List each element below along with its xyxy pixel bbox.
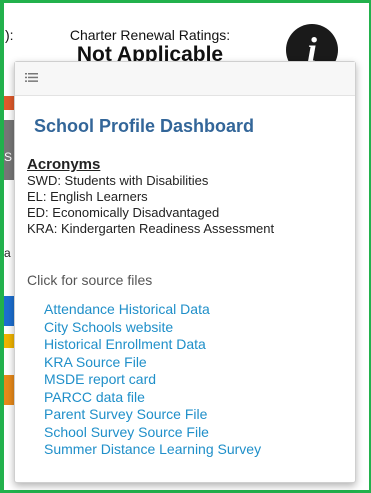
- acronym-item: SWD: Students with Disabilities: [27, 173, 209, 188]
- dashboard-popover: School Profile Dashboard Acronyms SWD: S…: [14, 61, 356, 483]
- link-school-survey-source-file[interactable]: School Survey Source File: [44, 424, 261, 442]
- background-letter: a: [4, 246, 11, 260]
- rating-label: Charter Renewal Ratings:: [69, 27, 231, 43]
- popover-title: School Profile Dashboard: [34, 116, 255, 136]
- acronym-item: ED: Economically Disadvantaged: [27, 205, 220, 220]
- link-parent-survey-source-file[interactable]: Parent Survey Source File: [44, 406, 261, 424]
- link-attendance-historical-data[interactable]: Attendance Historical Data: [44, 301, 261, 319]
- list-icon[interactable]: [25, 73, 38, 82]
- source-links-list: Attendance Historical Data City Schools …: [44, 301, 261, 459]
- acronyms-heading: Acronyms: [27, 156, 101, 173]
- popover-header: [15, 62, 355, 96]
- link-summer-distance-learning-survey[interactable]: Summer Distance Learning Survey: [44, 441, 261, 459]
- link-parcc-data-file[interactable]: PARCC data file: [44, 389, 261, 407]
- acronym-item: EL: English Learners: [27, 189, 148, 204]
- link-msde-report-card[interactable]: MSDE report card: [44, 371, 261, 389]
- background-color-strip: [4, 296, 14, 326]
- background-color-strip: [4, 334, 14, 348]
- acronym-item: KRA: Kindergarten Readiness Assessment: [27, 221, 275, 236]
- link-kra-source-file[interactable]: KRA Source File: [44, 354, 261, 372]
- charter-rating: Charter Renewal Ratings: Not Applicable: [50, 27, 250, 65]
- background-fragment: ):: [5, 27, 14, 43]
- link-historical-enrollment-data[interactable]: Historical Enrollment Data: [44, 336, 261, 354]
- background-letter: S: [4, 150, 13, 164]
- frame-top-border: [0, 0, 371, 3]
- background-color-strip: [4, 96, 14, 110]
- acronyms-section: Acronyms SWD: Students with Disabilities…: [27, 156, 353, 237]
- background-color-strip: [4, 375, 14, 405]
- source-files-label: Click for source files: [27, 272, 153, 288]
- link-city-schools-website[interactable]: City Schools website: [44, 319, 261, 337]
